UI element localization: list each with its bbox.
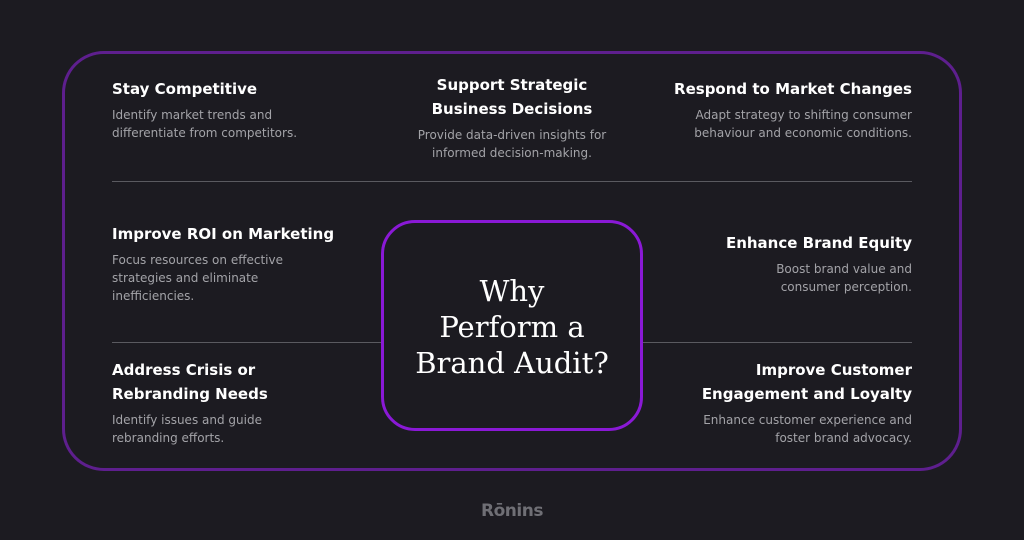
- item-description: Identify issues and guide rebranding eff…: [112, 413, 262, 445]
- item-description: Focus resources on effective strategies …: [112, 253, 283, 303]
- item-description: Adapt strategy to shifting consumer beha…: [694, 108, 912, 140]
- top-divider: [112, 181, 912, 182]
- item-title: Improve Customer Engagement and Loyalty: [701, 361, 912, 403]
- center-box: Why Perform a Brand Audit?: [381, 220, 643, 431]
- item-address-crisis: Address Crisis or Rebranding Needs Ident…: [112, 358, 268, 447]
- item-description: Boost brand value and consumer perceptio…: [776, 262, 912, 294]
- item-improve-roi: Improve ROI on Marketing Focus resources…: [112, 222, 334, 305]
- item-enhance-equity: Enhance Brand Equity Boost brand value a…: [726, 231, 912, 296]
- item-description: Identify market trends and differentiate…: [112, 108, 298, 140]
- item-title: Support Strategic Business Decisions: [431, 76, 593, 118]
- item-title: Enhance Brand Equity: [725, 234, 912, 252]
- item-support-decisions: Support Strategic Business Decisions Pro…: [362, 73, 662, 162]
- item-title: Respond to Market Changes: [674, 80, 912, 98]
- item-improve-engagement: Improve Customer Engagement and Loyalty …: [702, 358, 912, 447]
- right-middle-divider: [642, 342, 912, 343]
- item-title: Stay Competitive: [112, 80, 258, 98]
- left-middle-divider: [112, 342, 382, 343]
- item-description: Enhance customer experience and foster b…: [703, 413, 912, 445]
- item-description: Provide data-driven insights for informe…: [417, 128, 607, 160]
- item-title: Address Crisis or Rebranding Needs: [112, 361, 268, 403]
- center-title: Why Perform a Brand Audit?: [415, 273, 609, 380]
- item-respond-market: Respond to Market Changes Adapt strategy…: [674, 77, 912, 142]
- item-title: Improve ROI on Marketing: [112, 225, 335, 243]
- item-stay-competitive: Stay Competitive Identify market trends …: [112, 77, 297, 142]
- ronins-logo: Rōnins: [481, 501, 543, 521]
